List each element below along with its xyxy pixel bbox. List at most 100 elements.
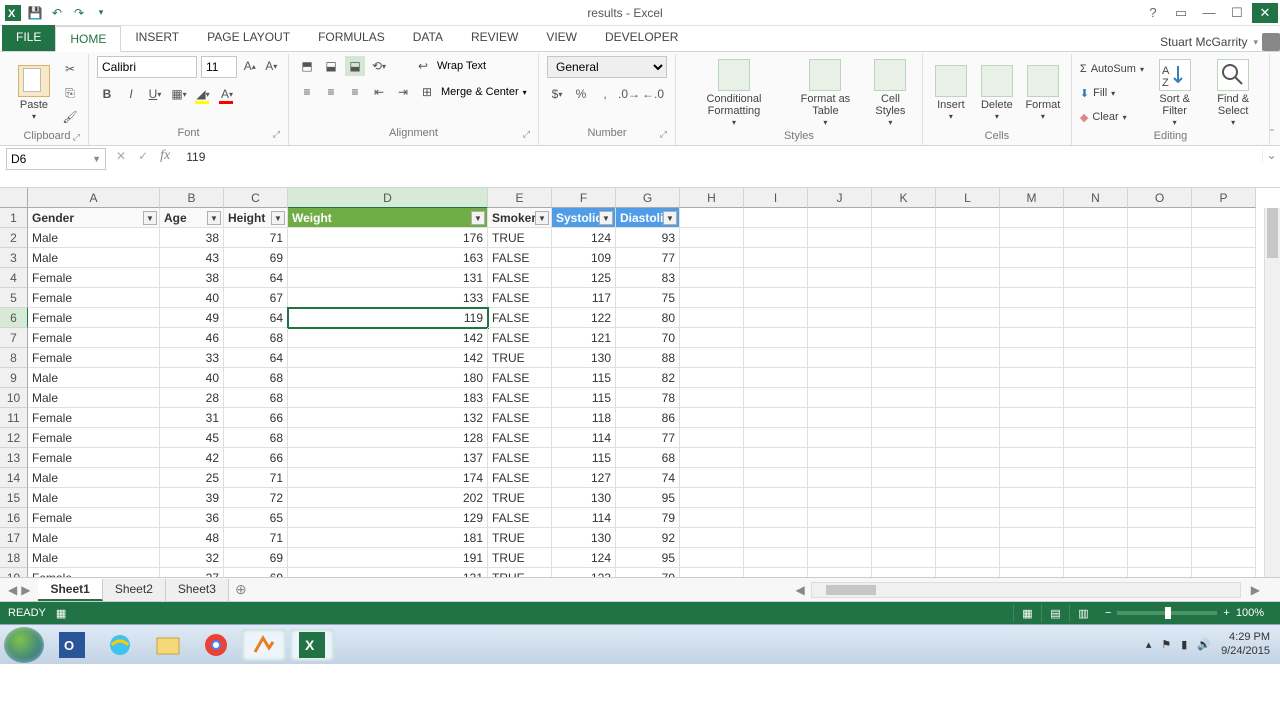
cell[interactable] bbox=[872, 528, 936, 548]
decrease-font-icon[interactable]: A▾ bbox=[263, 56, 281, 76]
cell[interactable] bbox=[680, 308, 744, 328]
worksheet-grid[interactable]: ABCDEFGHIJKLMNOP1Gender▼Age▼Height▼Weigh… bbox=[0, 188, 1280, 578]
cell[interactable] bbox=[872, 348, 936, 368]
cell[interactable] bbox=[1064, 408, 1128, 428]
cell[interactable] bbox=[680, 528, 744, 548]
cell[interactable]: 114 bbox=[552, 428, 616, 448]
cell[interactable]: 69 bbox=[224, 248, 288, 268]
cell[interactable] bbox=[872, 248, 936, 268]
cell[interactable]: 115 bbox=[552, 388, 616, 408]
cell[interactable] bbox=[1128, 248, 1192, 268]
cell[interactable] bbox=[680, 508, 744, 528]
table-header-cell[interactable]: Height▼ bbox=[224, 208, 288, 228]
cell[interactable]: 93 bbox=[616, 228, 680, 248]
cell[interactable] bbox=[1192, 348, 1256, 368]
cell[interactable] bbox=[744, 468, 808, 488]
cell[interactable]: 25 bbox=[160, 468, 224, 488]
cell[interactable] bbox=[808, 528, 872, 548]
tab-formulas[interactable]: FORMULAS bbox=[304, 25, 399, 51]
column-header[interactable]: K bbox=[872, 188, 936, 208]
cell[interactable]: 38 bbox=[160, 228, 224, 248]
autosum-button[interactable]: ΣAutoSum ▾ bbox=[1080, 58, 1144, 80]
cell[interactable] bbox=[744, 408, 808, 428]
cell[interactable] bbox=[1064, 488, 1128, 508]
cell[interactable] bbox=[1192, 488, 1256, 508]
formula-bar[interactable]: 119 bbox=[180, 148, 1262, 188]
cell[interactable]: 183 bbox=[288, 388, 488, 408]
tab-file[interactable]: FILE bbox=[2, 25, 55, 51]
cell[interactable] bbox=[808, 548, 872, 568]
font-name-input[interactable] bbox=[97, 56, 197, 78]
cell[interactable]: Female bbox=[28, 448, 160, 468]
column-header[interactable]: M bbox=[1000, 188, 1064, 208]
cell[interactable]: FALSE bbox=[488, 268, 552, 288]
cell[interactable]: 67 bbox=[224, 288, 288, 308]
row-header[interactable]: 5 bbox=[0, 288, 28, 308]
cell[interactable] bbox=[1000, 528, 1064, 548]
cell[interactable]: 71 bbox=[224, 228, 288, 248]
cell[interactable] bbox=[1192, 328, 1256, 348]
cell[interactable] bbox=[936, 488, 1000, 508]
select-all-corner[interactable] bbox=[0, 188, 28, 208]
cell[interactable] bbox=[1192, 508, 1256, 528]
cell[interactable] bbox=[1064, 288, 1128, 308]
cell[interactable]: 71 bbox=[224, 468, 288, 488]
cell[interactable] bbox=[680, 448, 744, 468]
cell[interactable] bbox=[1064, 388, 1128, 408]
cell[interactable] bbox=[872, 568, 936, 578]
avatar[interactable] bbox=[1262, 33, 1280, 51]
cell[interactable] bbox=[1000, 348, 1064, 368]
cell[interactable] bbox=[936, 308, 1000, 328]
cell[interactable]: 77 bbox=[616, 248, 680, 268]
cell[interactable]: 130 bbox=[552, 528, 616, 548]
cell[interactable]: 202 bbox=[288, 488, 488, 508]
cell[interactable]: 88 bbox=[616, 348, 680, 368]
cell[interactable] bbox=[680, 328, 744, 348]
undo-icon[interactable]: ↶ bbox=[48, 4, 66, 22]
cell[interactable]: FALSE bbox=[488, 368, 552, 388]
cancel-formula-icon[interactable]: ✕ bbox=[116, 149, 126, 163]
cell[interactable] bbox=[680, 248, 744, 268]
cell[interactable]: Male bbox=[28, 548, 160, 568]
increase-indent-icon[interactable]: ⇥ bbox=[393, 82, 413, 102]
cell[interactable]: FALSE bbox=[488, 468, 552, 488]
cell[interactable] bbox=[808, 448, 872, 468]
cell[interactable]: Male bbox=[28, 488, 160, 508]
cell[interactable]: 132 bbox=[288, 408, 488, 428]
cell[interactable] bbox=[1128, 388, 1192, 408]
clear-button[interactable]: ◆Clear ▾ bbox=[1080, 106, 1144, 128]
minimize-icon[interactable]: — bbox=[1196, 3, 1222, 23]
cell[interactable]: 115 bbox=[552, 368, 616, 388]
currency-icon[interactable]: $▾ bbox=[547, 84, 567, 104]
row-header[interactable]: 17 bbox=[0, 528, 28, 548]
cell[interactable]: 75 bbox=[616, 288, 680, 308]
tray-network-icon[interactable]: ▮ bbox=[1181, 638, 1187, 651]
cell[interactable] bbox=[872, 328, 936, 348]
align-bottom-icon[interactable]: ⬓ bbox=[345, 56, 365, 76]
cell[interactable]: Male bbox=[28, 248, 160, 268]
sheet-tab-sheet2[interactable]: Sheet2 bbox=[103, 579, 166, 601]
cell[interactable]: 131 bbox=[288, 268, 488, 288]
cell[interactable]: 68 bbox=[224, 328, 288, 348]
cell[interactable] bbox=[680, 368, 744, 388]
cell[interactable]: 40 bbox=[160, 288, 224, 308]
cell[interactable]: FALSE bbox=[488, 288, 552, 308]
normal-view-icon[interactable]: ▦ bbox=[1013, 604, 1041, 622]
cell[interactable]: Male bbox=[28, 368, 160, 388]
taskbar-matlab-icon[interactable] bbox=[242, 629, 286, 661]
cell[interactable] bbox=[1064, 268, 1128, 288]
cell[interactable]: 64 bbox=[224, 308, 288, 328]
wrap-text-button[interactable]: Wrap Text bbox=[437, 60, 486, 72]
cell[interactable] bbox=[744, 248, 808, 268]
cell[interactable]: TRUE bbox=[488, 348, 552, 368]
cell[interactable]: 38 bbox=[160, 268, 224, 288]
cell[interactable] bbox=[936, 468, 1000, 488]
cell[interactable] bbox=[1064, 548, 1128, 568]
cell[interactable] bbox=[1000, 268, 1064, 288]
table-header-cell[interactable]: Systolic▼ bbox=[552, 208, 616, 228]
cell[interactable] bbox=[1192, 388, 1256, 408]
cell[interactable] bbox=[680, 268, 744, 288]
close-icon[interactable]: ✕ bbox=[1252, 3, 1278, 23]
cell[interactable]: 79 bbox=[616, 508, 680, 528]
row-header[interactable]: 6 bbox=[0, 308, 28, 328]
